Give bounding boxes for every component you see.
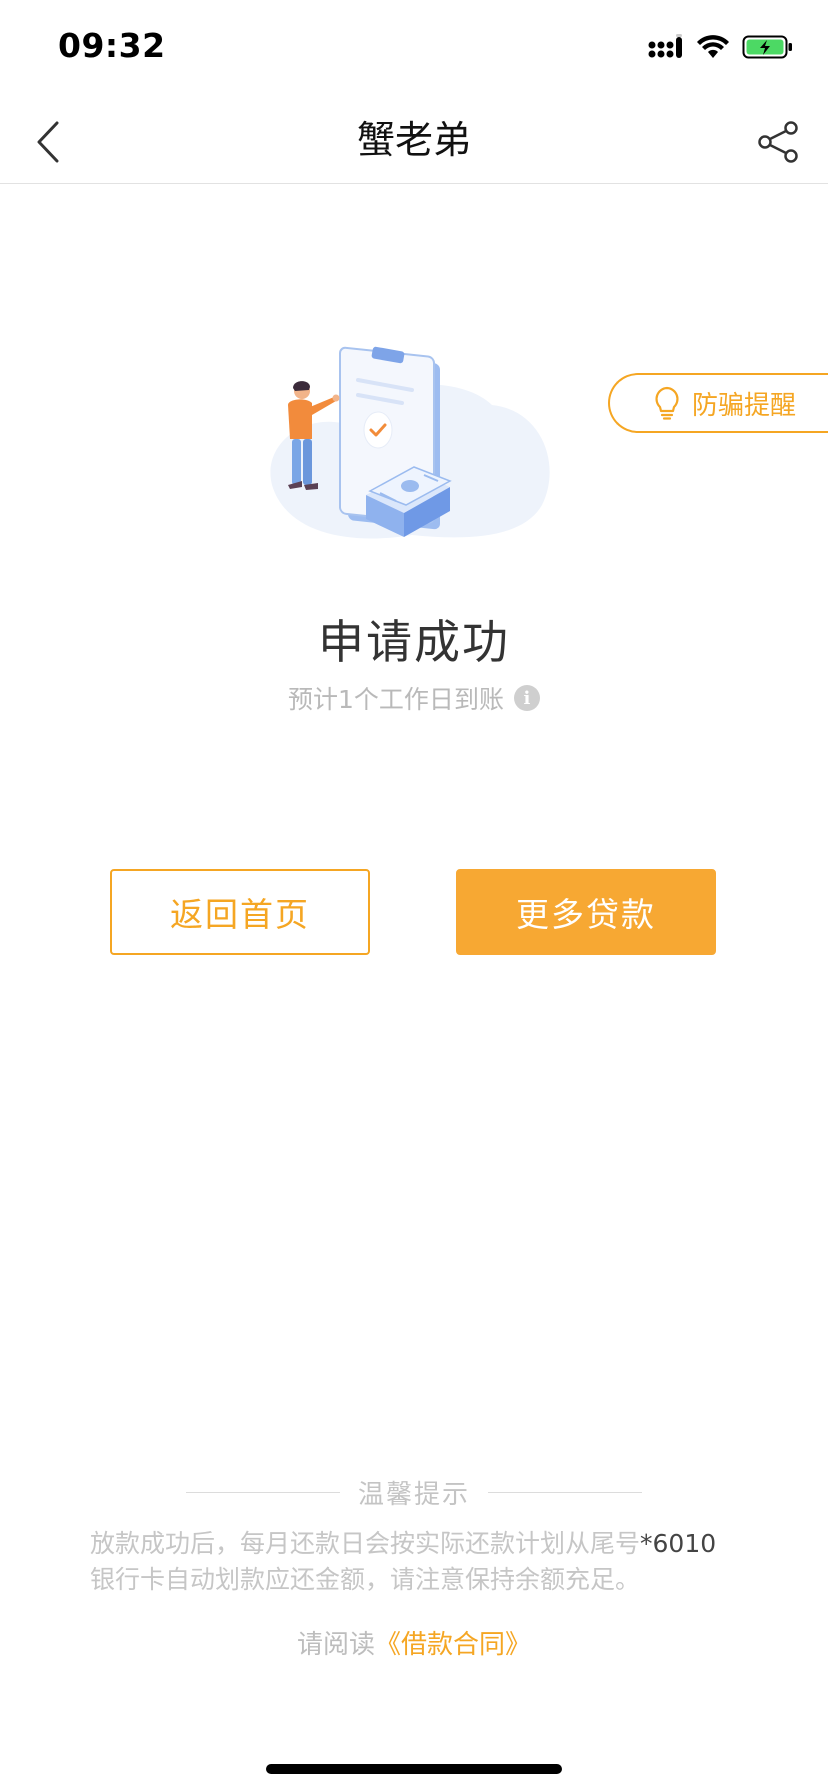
- home-indicator[interactable]: [266, 1764, 562, 1774]
- nav-bar: 蟹老弟: [0, 98, 828, 184]
- info-icon[interactable]: i: [513, 685, 540, 711]
- tips-body: 放款成功后，每月还款日会按实际还款计划从尾号*6010 银行卡自动划款应还金额，…: [90, 1526, 750, 1598]
- status-time: 09:32: [58, 26, 166, 65]
- read-prefix: 请阅读: [296, 1630, 375, 1660]
- page-title: 蟹老弟: [356, 118, 471, 162]
- share-button[interactable]: [746, 110, 810, 174]
- more-loans-button[interactable]: 更多贷款: [456, 869, 716, 955]
- tips-title: 温馨提示: [358, 1480, 471, 1510]
- loan-contract-link[interactable]: 《借款合同》: [375, 1630, 531, 1660]
- tips-header: 温馨提示: [186, 1474, 643, 1511]
- card-tail-number: *6010: [640, 1529, 717, 1558]
- status-bar: 09:32: [0, 0, 828, 98]
- divider: [186, 1492, 340, 1493]
- arrival-estimate-text: 预计1个工作日到账: [288, 685, 504, 714]
- tips-body-rest: 银行卡自动划款应还金额，请注意保持余额充足。: [90, 1565, 641, 1594]
- wifi-icon: [696, 34, 730, 64]
- result-title: 申请成功: [318, 615, 510, 669]
- divider: [488, 1492, 643, 1493]
- anti-fraud-reminder-label: 防骗提醒: [692, 390, 797, 421]
- contract-read-row: 请阅读《借款合同》: [0, 1624, 828, 1661]
- share-icon: [758, 121, 798, 163]
- tips-body-main: 放款成功后，每月还款日会按实际还款计划从尾号: [90, 1529, 641, 1558]
- back-to-home-button[interactable]: 返回首页: [110, 869, 370, 955]
- success-illustration: [262, 335, 562, 565]
- signal-icon: [648, 34, 684, 64]
- result-subtitle-row: 预计1个工作日到账 i: [0, 680, 828, 716]
- battery-charging-icon: [742, 34, 794, 64]
- status-icons: [648, 32, 794, 66]
- lightbulb-icon: [655, 386, 679, 420]
- anti-fraud-reminder-button[interactable]: 防骗提醒: [608, 373, 828, 433]
